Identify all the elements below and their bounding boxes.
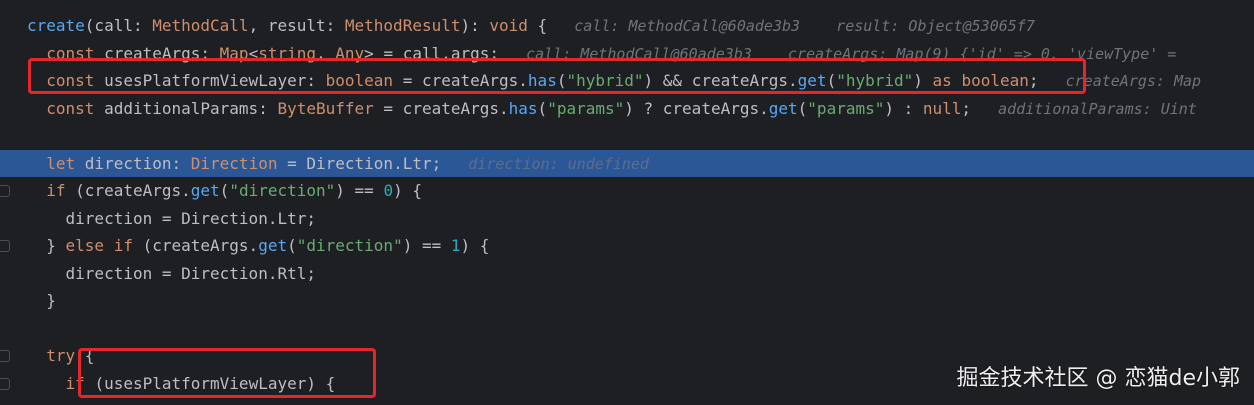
code-line[interactable]: create(call: MethodCall, result: MethodR… (0, 12, 1254, 39)
code-token: } (27, 291, 56, 310)
code-token: ( (219, 181, 230, 200)
code-token: const (27, 98, 105, 118)
code-token: "params" (547, 98, 625, 118)
annotation-box-platform-view-line (28, 58, 1086, 94)
watermark-text: 掘金技术社区 @ 恋猫de小郭 (956, 366, 1241, 391)
code-token: get (768, 98, 798, 118)
code-text: direction = Direction.Rtl; (27, 260, 316, 287)
code-editor[interactable]: create(call: MethodCall, result: MethodR… (0, 0, 1254, 405)
code-text: let direction: Direction = Direction.Ltr… (27, 150, 649, 178)
code-token: ) ? createArgs. (624, 98, 769, 118)
code-token: has (508, 98, 538, 118)
code-line[interactable]: direction = Direction.Rtl; (0, 260, 1254, 287)
code-text: direction = Direction.Ltr; (27, 205, 316, 232)
inline-debug-hint: call: MethodCall@60ade3b3 result: Object… (547, 17, 1035, 35)
code-token: = createArgs. (373, 98, 509, 118)
code-token: create (27, 16, 85, 35)
code-token: let (27, 153, 85, 173)
code-token: 0 (383, 181, 394, 200)
code-token: ): (460, 16, 490, 35)
code-token: "params" (807, 98, 885, 118)
code-line[interactable] (0, 315, 1254, 342)
inline-debug-hint: direction: undefined (441, 154, 649, 173)
code-line[interactable]: if (createArgs.get("direction") == 0) { (0, 177, 1254, 204)
code-token: direction = Direction.Ltr; (27, 208, 316, 228)
code-text: const additionalParams: ByteBuffer = cre… (27, 95, 1197, 123)
code-token: "direction" (229, 181, 336, 200)
code-token: if (27, 181, 76, 200)
code-text: } else if (createArgs.get("direction") =… (27, 232, 489, 259)
code-token: Direction (190, 153, 278, 173)
annotation-box-if-statement (78, 348, 376, 398)
code-token: additionalParams: (104, 98, 278, 118)
code-token: direction = Direction.Rtl; (27, 263, 316, 283)
code-line[interactable]: direction = Direction.Ltr; (0, 205, 1254, 232)
inline-debug-hint: additionalParams: Uint (971, 99, 1197, 118)
code-line[interactable] (0, 122, 1254, 149)
code-token: else if (65, 236, 143, 255)
code-token: (createArgs. (142, 236, 259, 255)
code-token: null (922, 98, 962, 118)
code-line[interactable]: } (0, 287, 1254, 314)
code-text: if (createArgs.get("direction") == 0) { (27, 177, 422, 204)
code-line[interactable]: const additionalParams: ByteBuffer = cre… (0, 95, 1254, 122)
code-token: 1 (450, 236, 461, 255)
code-token: try (27, 346, 85, 365)
code-token: (call: (84, 16, 153, 35)
code-token: ) : (884, 98, 923, 118)
code-token: MethodResult (344, 16, 461, 35)
code-line[interactable]: } else if (createArgs.get("direction") =… (0, 232, 1254, 259)
code-token: get (258, 236, 288, 255)
code-token: ByteBuffer (277, 98, 374, 118)
current-line[interactable]: let direction: Direction = Direction.Ltr… (0, 149, 1254, 178)
code-token: ( (287, 236, 297, 255)
code-token: "direction" (296, 236, 403, 255)
code-token: { (527, 16, 548, 35)
code-text: } (27, 287, 56, 314)
code-token: (createArgs. (75, 181, 191, 200)
code-token: ) == (335, 181, 384, 200)
code-token: ; (961, 98, 972, 118)
code-token: ( (797, 98, 808, 118)
code-token: get (190, 181, 220, 200)
code-token: MethodCall (152, 16, 249, 35)
code-token: ) == (402, 236, 451, 255)
code-token: } (27, 236, 66, 255)
code-token: ) { (460, 236, 490, 255)
code-token: , result: (248, 16, 345, 35)
code-token: ( (537, 98, 548, 118)
code-token: void (489, 16, 528, 35)
code-token: ) { (393, 181, 422, 200)
code-token: = Direction.Ltr; (277, 153, 442, 173)
code-token: direction: (84, 153, 191, 173)
code-text: create(call: MethodCall, result: MethodR… (27, 12, 1035, 40)
